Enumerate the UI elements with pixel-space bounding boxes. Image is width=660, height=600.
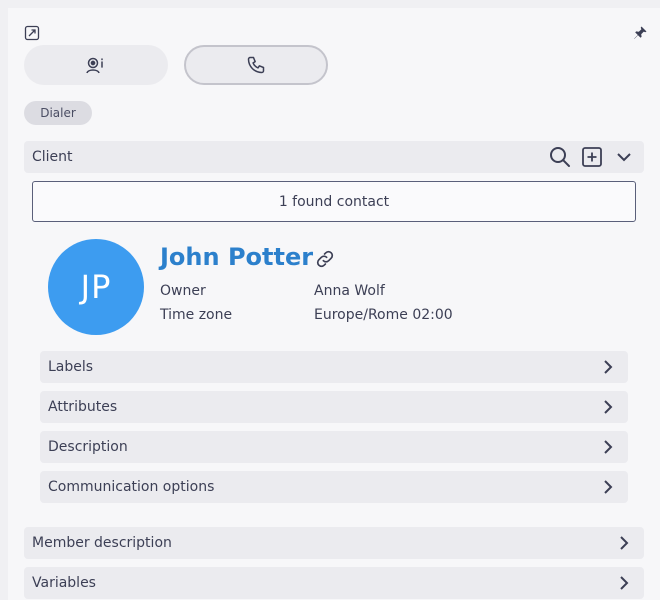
variables-title: Variables — [32, 575, 96, 591]
timezone-value: Europe/Rome 02:00 — [314, 307, 453, 323]
tab-phone[interactable] — [184, 45, 328, 85]
chevron-down-icon[interactable] — [616, 151, 632, 163]
variables-header[interactable]: Variables — [24, 567, 644, 599]
attributes-row[interactable]: Attributes — [40, 391, 628, 423]
search-icon[interactable] — [549, 146, 571, 168]
member-description-title: Member description — [32, 535, 172, 551]
phone-icon — [246, 55, 266, 75]
contact-name[interactable]: John Potter — [160, 243, 313, 271]
expand-icon[interactable] — [24, 25, 40, 41]
chevron-right-icon — [600, 359, 616, 375]
description-row[interactable]: Description — [40, 431, 628, 463]
member-description-header[interactable]: Member description — [24, 527, 644, 559]
avatar: JP — [48, 239, 144, 335]
labels-title: Labels — [48, 359, 94, 375]
add-contact-icon[interactable] — [582, 147, 602, 167]
communication-options-row[interactable]: Communication options — [40, 471, 628, 503]
owner-value: Anna Wolf — [314, 283, 385, 299]
pin-icon[interactable] — [632, 25, 648, 41]
chevron-right-icon — [616, 575, 632, 591]
communication-options-title: Communication options — [48, 479, 215, 495]
attributes-title: Attributes — [48, 399, 118, 415]
chevron-right-icon — [616, 535, 632, 551]
labels-row[interactable]: Labels — [40, 351, 628, 383]
chevron-right-icon — [600, 439, 616, 455]
tab-agent-info[interactable] — [24, 45, 168, 85]
description-title: Description — [48, 439, 128, 455]
agent-info-icon — [85, 55, 107, 75]
chevron-right-icon — [600, 399, 616, 415]
found-contacts-button[interactable]: 1 found contact — [32, 181, 636, 222]
client-section-title: Client — [32, 149, 73, 165]
chevron-right-icon — [600, 479, 616, 495]
timezone-label: Time zone — [160, 307, 233, 323]
dialer-chip: Dialer — [24, 101, 92, 125]
owner-label: Owner — [160, 283, 206, 299]
link-icon[interactable] — [315, 249, 335, 269]
